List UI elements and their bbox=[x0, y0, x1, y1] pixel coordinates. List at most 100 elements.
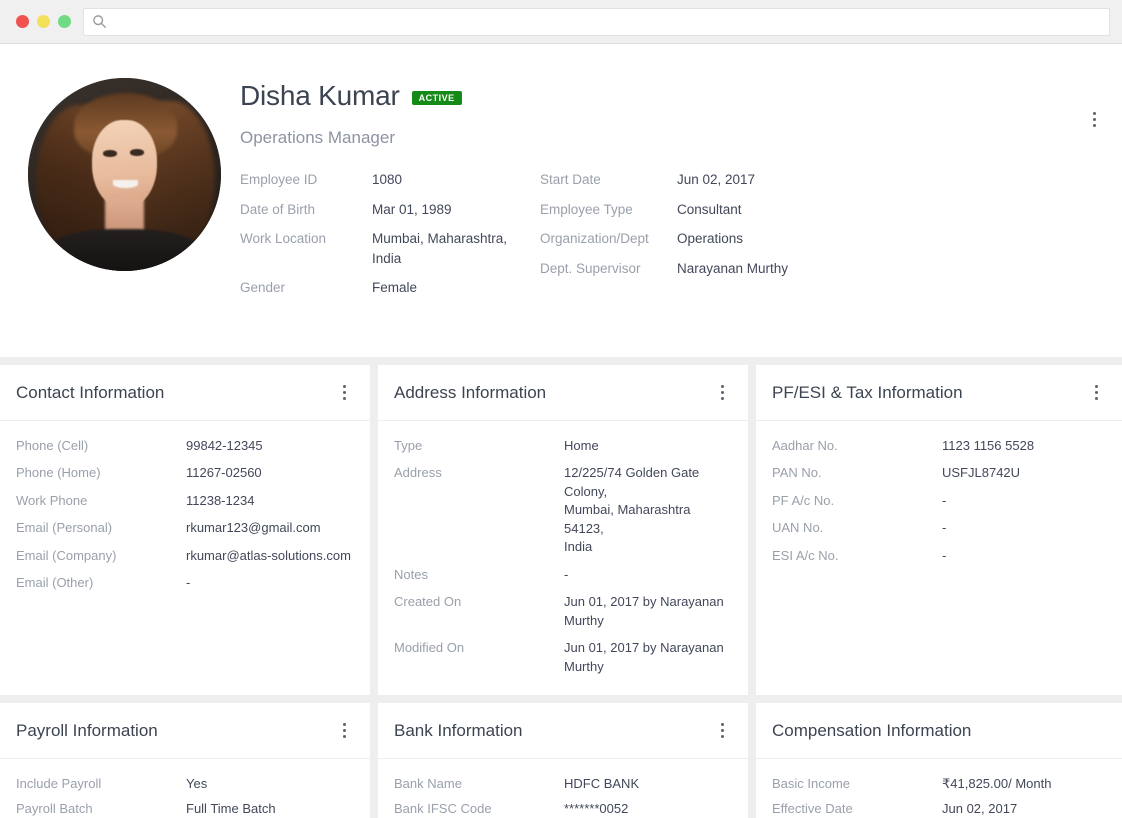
row-bank-ifsc-code: Bank IFSC Code *******0052 bbox=[394, 800, 732, 818]
row-value: Yes bbox=[186, 776, 208, 791]
row-label: UAN No. bbox=[772, 520, 824, 536]
row-uan-no: UAN No. - bbox=[772, 519, 1106, 537]
field-value: Narayanan Murthy bbox=[677, 260, 789, 276]
card-body: Include Payroll Yes Payroll Batch Full T… bbox=[0, 759, 370, 818]
row-aadhar-no: Aadhar No. 1123 1156 5528 bbox=[772, 437, 1106, 455]
avatar-container bbox=[24, 70, 232, 357]
search-bar[interactable] bbox=[83, 7, 1110, 36]
row-value: USFJL8742U bbox=[942, 465, 1021, 481]
search-icon bbox=[92, 14, 107, 29]
card-kebab-menu-icon[interactable] bbox=[334, 382, 354, 404]
row-value: rkumar123@gmail.com bbox=[186, 520, 321, 536]
card-header: Payroll Information bbox=[0, 703, 370, 759]
row-label: PAN No. bbox=[772, 465, 822, 481]
row-value: Jun 02, 2017 bbox=[942, 801, 1018, 817]
row-label: Email (Company) bbox=[16, 547, 117, 563]
card-title: Payroll Information bbox=[16, 720, 158, 740]
field-label: Gender bbox=[240, 280, 286, 296]
field-value: Jun 02, 2017 bbox=[677, 172, 756, 187]
profile-field-grid: Employee ID 1080 Date of Birth Mar 01, 1… bbox=[240, 170, 1098, 308]
row-label: Payroll Batch bbox=[16, 801, 93, 817]
row-value: - bbox=[564, 566, 569, 582]
card-header: Compensation Information bbox=[756, 703, 1122, 759]
row-label: Phone (Cell) bbox=[16, 438, 89, 453]
row-phone-home: Phone (Home) 11267-02560 bbox=[16, 464, 354, 482]
row-pan-no: PAN No. USFJL8742U bbox=[772, 464, 1106, 482]
profile-fields-left: Employee ID 1080 Date of Birth Mar 01, 1… bbox=[240, 170, 540, 308]
row-value: 11267-02560 bbox=[186, 465, 262, 481]
row-value: *******0052 bbox=[564, 801, 629, 817]
row-value: - bbox=[186, 575, 191, 591]
search-input[interactable] bbox=[113, 8, 1101, 35]
card-payroll-information: Payroll Information Include Payroll Yes … bbox=[0, 703, 370, 818]
card-body: Basic Income ₹41,825.00/ Month Effective… bbox=[756, 759, 1122, 818]
field-label: Dept. Supervisor bbox=[540, 260, 641, 276]
row-work-phone: Work Phone 11238-1234 bbox=[16, 492, 354, 510]
card-kebab-menu-icon[interactable] bbox=[712, 720, 732, 742]
maximize-window-button[interactable] bbox=[58, 15, 71, 28]
row-esi-ac-no: ESI A/c No. - bbox=[772, 547, 1106, 565]
field-gender: Gender Female bbox=[240, 278, 540, 298]
employee-name: Disha Kumar bbox=[240, 80, 400, 111]
field-date-of-birth: Date of Birth Mar 01, 1989 bbox=[240, 200, 540, 220]
row-value: HDFC BANK bbox=[564, 776, 640, 791]
row-pf-ac-no: PF A/c No. - bbox=[772, 492, 1106, 510]
row-label: Address bbox=[394, 465, 442, 481]
card-body: Phone (Cell) 99842-12345 Phone (Home) 11… bbox=[0, 421, 370, 602]
close-window-button[interactable] bbox=[16, 15, 29, 28]
card-kebab-menu-icon[interactable] bbox=[334, 720, 354, 742]
row-label: Work Phone bbox=[16, 492, 88, 508]
card-address-information: Address Information Type Home Address 12… bbox=[378, 365, 748, 695]
row-label: Type bbox=[394, 438, 423, 453]
field-employee-id: Employee ID 1080 bbox=[240, 170, 540, 190]
row-label: Basic Income bbox=[772, 776, 851, 791]
row-value: 12/225/74 Golden Gate Colony, Mumbai, Ma… bbox=[564, 465, 700, 555]
row-include-payroll: Include Payroll Yes bbox=[16, 775, 354, 793]
field-organization-dept: Organization/Dept Operations bbox=[540, 229, 860, 249]
card-title: Contact Information bbox=[16, 382, 165, 402]
field-value: Operations bbox=[677, 231, 744, 247]
row-label: Notes bbox=[394, 566, 428, 582]
profile-kebab-menu-icon[interactable] bbox=[1084, 108, 1104, 130]
card-kebab-menu-icon[interactable] bbox=[1086, 382, 1106, 404]
card-kebab-menu-icon[interactable] bbox=[712, 382, 732, 404]
card-title: Compensation Information bbox=[772, 720, 972, 740]
row-modified-on: Modified On Jun 01, 2017 by Narayanan Mu… bbox=[394, 639, 732, 676]
field-employee-type: Employee Type Consultant bbox=[540, 200, 860, 220]
field-start-date: Start Date Jun 02, 2017 bbox=[540, 170, 860, 190]
avatar bbox=[28, 78, 221, 271]
card-contact-information: Contact Information Phone (Cell) 99842-1… bbox=[0, 365, 370, 695]
row-label: PF A/c No. bbox=[772, 492, 835, 508]
row-label: Email (Other) bbox=[16, 575, 94, 591]
row-label: Modified On bbox=[394, 640, 465, 656]
row-label: Effective Date bbox=[772, 801, 853, 817]
row-label: ESI A/c No. bbox=[772, 547, 839, 563]
row-bank-name: Bank Name HDFC BANK bbox=[394, 775, 732, 793]
field-label: Date of Birth bbox=[240, 201, 316, 217]
card-bank-information: Bank Information Bank Name HDFC BANK Ban… bbox=[378, 703, 748, 818]
row-email-personal: Email (Personal) rkumar123@gmail.com bbox=[16, 519, 354, 537]
field-label: Organization/Dept bbox=[540, 231, 649, 247]
row-created-on: Created On Jun 01, 2017 by Narayanan Mur… bbox=[394, 593, 732, 630]
minimize-window-button[interactable] bbox=[37, 15, 50, 28]
row-label: Email (Personal) bbox=[16, 520, 113, 536]
field-value: Mumbai, Maharashtra, India bbox=[372, 231, 508, 266]
row-email-company: Email (Company) rkumar@atlas-solutions.c… bbox=[16, 547, 354, 565]
field-label: Employee ID bbox=[240, 172, 318, 187]
row-label: Bank IFSC Code bbox=[394, 801, 492, 817]
row-value: Home bbox=[564, 438, 599, 453]
card-title: Address Information bbox=[394, 382, 547, 402]
row-label: Bank Name bbox=[394, 776, 462, 791]
row-value: 11238-1234 bbox=[186, 492, 255, 508]
row-value: Jun 01, 2017 by Narayanan Murthy bbox=[564, 640, 724, 674]
row-value: - bbox=[942, 492, 947, 508]
row-label: Aadhar No. bbox=[772, 438, 838, 453]
card-pf-esi-tax-information: PF/ESI & Tax Information Aadhar No. 1123… bbox=[756, 365, 1122, 695]
row-effective-date: Effective Date Jun 02, 2017 bbox=[772, 800, 1106, 818]
row-basic-income: Basic Income ₹41,825.00/ Month bbox=[772, 775, 1106, 793]
traffic-light-buttons bbox=[10, 15, 83, 28]
row-value: Jun 01, 2017 by Narayanan Murthy bbox=[564, 594, 724, 628]
profile-details: Disha Kumar ACTIVE Operations Manager Em… bbox=[232, 70, 1098, 357]
row-value: 99842-12345 bbox=[186, 438, 263, 453]
field-label: Start Date bbox=[540, 172, 601, 187]
